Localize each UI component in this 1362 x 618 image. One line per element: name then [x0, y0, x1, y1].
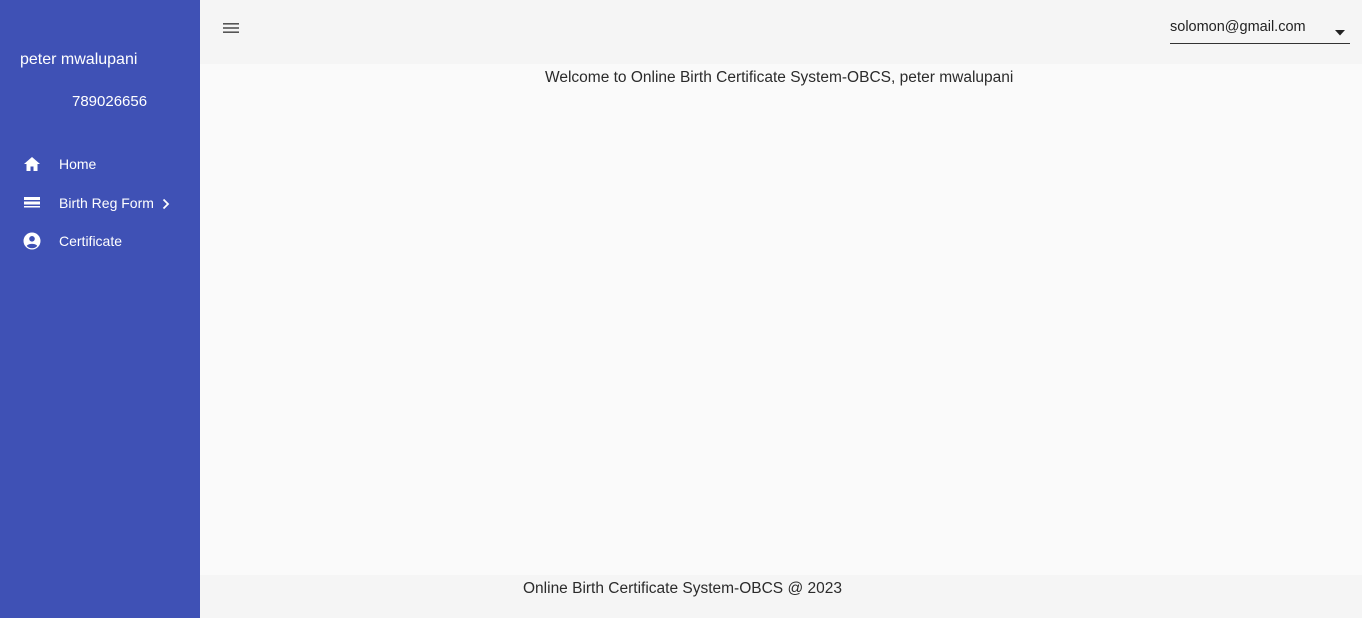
form-icon: [23, 194, 41, 212]
sidebar: peter mwalupani 789026656 Home Birth Reg…: [0, 0, 200, 618]
caret-down-icon: [1335, 23, 1345, 36]
home-icon: [23, 155, 41, 173]
sidebar-item-home[interactable]: Home: [0, 145, 200, 184]
footer: Online Birth Certificate System-OBCS @ 2…: [200, 575, 1362, 618]
chevron-right-icon: [160, 197, 172, 209]
account-select[interactable]: solomon@gmail.com: [1170, 14, 1350, 44]
app: peter mwalupani 789026656 Home Birth Reg…: [0, 0, 1362, 618]
sidebar-nav: Home Birth Reg Form Certificate: [0, 145, 200, 261]
sidebar-user-phone: 789026656: [72, 93, 148, 110]
footer-text: Online Birth Certificate System-OBCS @ 2…: [523, 580, 842, 597]
sidebar-item-label: Home: [59, 156, 97, 173]
sidebar-item-certificate[interactable]: Certificate: [0, 222, 200, 261]
welcome-message: Welcome to Online Birth Certificate Syst…: [545, 69, 1014, 86]
sidebar-item-label: Certificate: [59, 233, 123, 250]
sidebar-item-birth-reg-form[interactable]: Birth Reg Form: [0, 184, 200, 223]
sidebar-user-name: peter mwalupani: [20, 51, 138, 68]
sidebar-item-label: Birth Reg Form: [59, 194, 154, 211]
menu-icon: [223, 21, 239, 39]
menu-button[interactable]: [220, 20, 242, 40]
main-content: Welcome to Online Birth Certificate Syst…: [200, 64, 1362, 575]
account-select-value: solomon@gmail.com: [1170, 19, 1306, 35]
top-bar: solomon@gmail.com: [200, 0, 1362, 64]
account-circle-icon: [23, 232, 41, 250]
